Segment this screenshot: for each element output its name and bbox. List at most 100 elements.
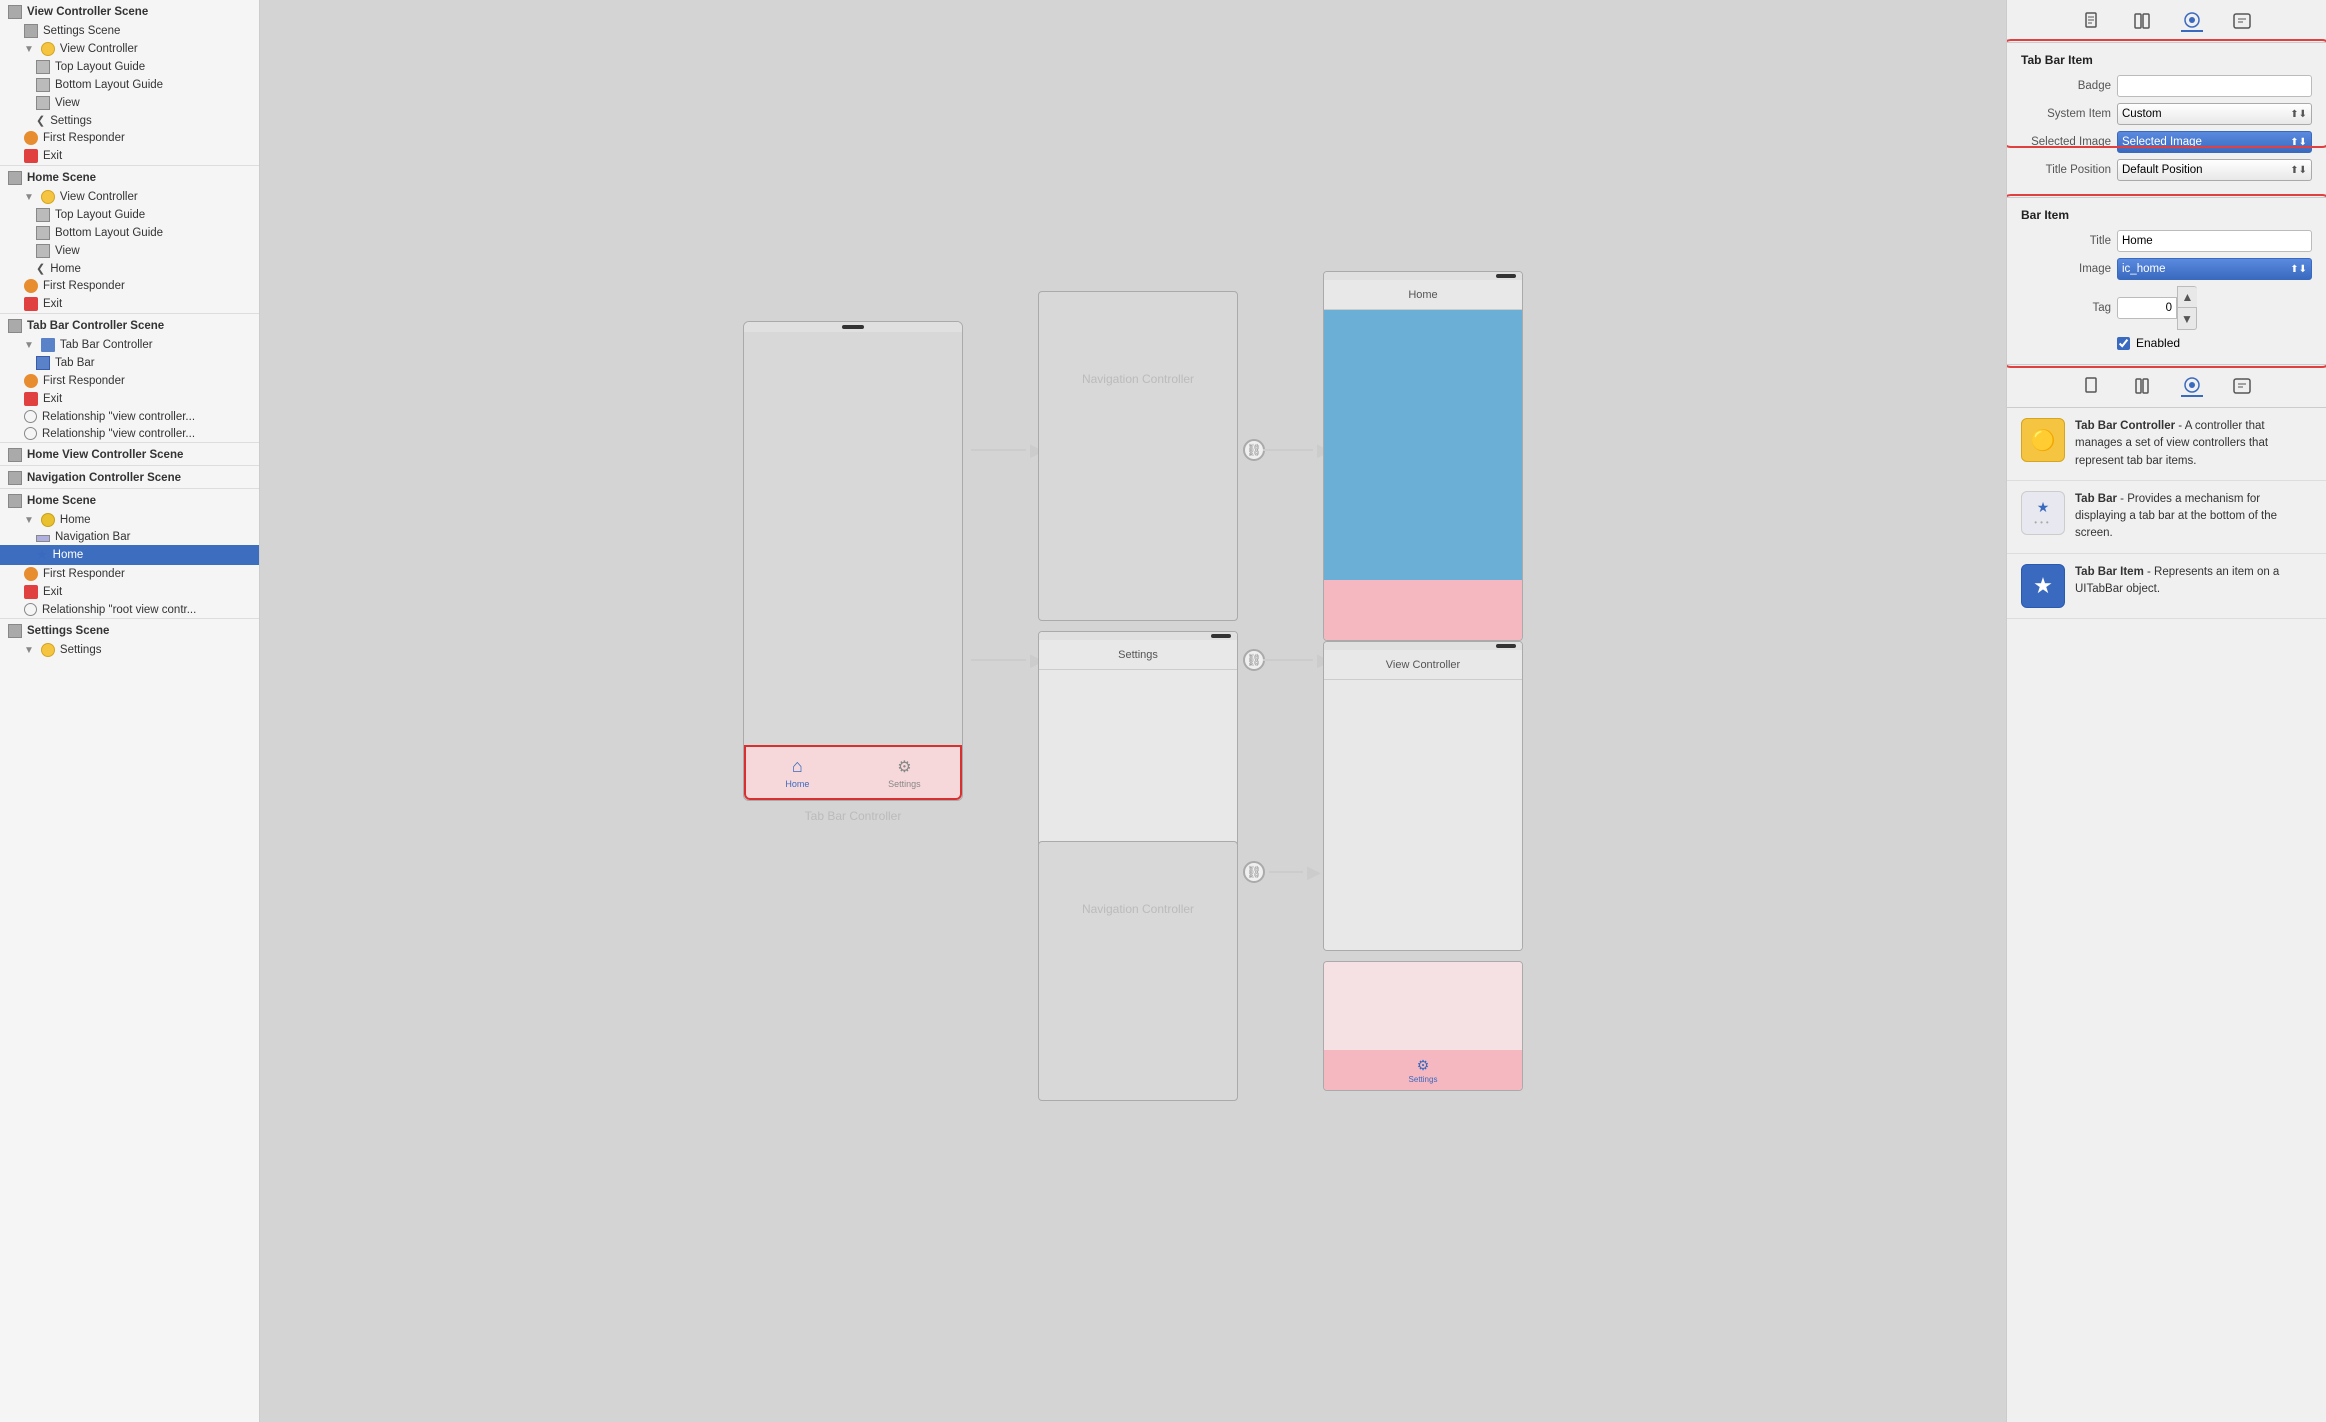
tag-input[interactable] (2117, 297, 2177, 319)
vc-title-bar: View Controller (1324, 650, 1522, 680)
sidebar-item-vc1[interactable]: ▼ View Controller (0, 40, 259, 58)
help-item-tab-bar-item: ★ Tab Bar Item - Represents an item on a… (2007, 554, 2326, 619)
sidebar-item-home-expand[interactable]: ▼ Home (0, 511, 259, 529)
help-item-tab-bar-controller: 🟡 Tab Bar Controller - A controller that… (2007, 408, 2326, 481)
sidebar-item-vc2[interactable]: ▼ View Controller (0, 188, 259, 206)
nav-controller-bottom: Navigation Controller (1038, 841, 1238, 1101)
doc-icon[interactable] (2081, 375, 2103, 397)
sidebar-item-relationship3[interactable]: Relationship "root view contr... (0, 601, 259, 618)
scene-icon (8, 448, 22, 462)
selected-image-placeholder: Selected Image (2122, 136, 2202, 148)
sidebar-item-relationship1[interactable]: Relationship "view controller... (0, 408, 259, 425)
sidebar-item-settings-nav[interactable]: ❮ Settings (0, 112, 259, 129)
image-row: Image ic_home ⬆⬇ (2021, 258, 2312, 280)
inspector-layout-icon[interactable] (2131, 10, 2153, 32)
layout2-icon[interactable] (2131, 375, 2153, 397)
settings-tab-label: Settings (888, 779, 921, 789)
sidebar-item-exit1[interactable]: Exit (0, 147, 259, 165)
identity-icon[interactable] (2231, 375, 2253, 397)
arrow-tbc-to-nav1: ▶ (971, 441, 1044, 459)
bar-item-title: Bar Item (2021, 208, 2312, 222)
system-item-select[interactable]: Custom ⬆⬇ (2117, 103, 2312, 125)
nav-controller-label-top: Navigation Controller (1039, 292, 1237, 466)
inspector-identity-icon[interactable] (2231, 10, 2253, 32)
sidebar-item-home-nav[interactable]: ❮ Home (0, 260, 259, 277)
bar-item-section: Bar Item Title Image ic_home ⬆⬇ Tag ▲ ▼ (2007, 198, 2326, 365)
sidebar-item-home-star[interactable]: ★ Home (0, 545, 259, 565)
arrow-nav2-to-vc: ▶ (1263, 651, 1331, 669)
inspector-file-icon[interactable] (2081, 10, 2103, 32)
arrow-tbc-to-nav2: ▶ (971, 651, 1044, 669)
settings-title-label: Settings (1118, 649, 1158, 661)
enabled-checkbox[interactable] (2117, 337, 2130, 350)
help-item-tab-bar: ★ ••• Tab Bar - Provides a mechanism for… (2007, 481, 2326, 554)
settings-bottom-tab: ⚙ Settings (1324, 1050, 1522, 1090)
arrow-line (971, 449, 1026, 451)
nav-controller-label-bottom: Navigation Controller (1039, 842, 1237, 976)
sidebar-item-settings-scene[interactable]: Settings Scene (0, 22, 259, 40)
vc-gray-content (1324, 680, 1522, 950)
scene-icon (24, 24, 38, 38)
sidebar-item-top-layout1[interactable]: Top Layout Guide (0, 58, 259, 76)
chain-icon-bottom: ⛓ (1243, 649, 1265, 671)
sidebar-item-tab-bar[interactable]: Tab Bar (0, 354, 259, 372)
inspector-icons-bar (2007, 0, 2326, 43)
vc-title-label: View Controller (1386, 659, 1460, 671)
sidebar-item-top-layout2[interactable]: Top Layout Guide (0, 206, 259, 224)
badge-label: Badge (2021, 80, 2111, 92)
image-select[interactable]: ic_home ⬆⬇ (2117, 258, 2312, 280)
sidebar-item-first-responder4[interactable]: First Responder (0, 565, 259, 583)
badge-input[interactable] (2117, 75, 2312, 97)
circle-icon[interactable] (2181, 375, 2203, 397)
sidebar-item-exit3[interactable]: Exit (0, 390, 259, 408)
scene-home-scene1: Home Scene (0, 165, 259, 188)
scene-icon (8, 171, 22, 185)
sidebar-item-first-responder2[interactable]: First Responder (0, 277, 259, 295)
sidebar-item-relationship2[interactable]: Relationship "view controller... (0, 425, 259, 442)
tab-bar-icon (36, 356, 50, 370)
tag-increment-button[interactable]: ▲ (2177, 286, 2197, 308)
tab-bar-controller-label: Tab Bar Controller (743, 809, 963, 823)
inspector-attributes-icon[interactable] (2181, 10, 2203, 32)
bar-item-title-input[interactable] (2117, 230, 2312, 252)
sidebar-item-exit4[interactable]: Exit (0, 583, 259, 601)
help-title-1: Tab Bar Controller (2075, 420, 2175, 432)
view-icon (36, 244, 50, 258)
tag-decrement-button[interactable]: ▼ (2177, 308, 2197, 330)
scene-tab-bar-controller-scene: Tab Bar Controller Scene (0, 313, 259, 336)
badge-row: Badge (2021, 75, 2312, 97)
enabled-row: Enabled (2021, 336, 2312, 350)
scene-icon (8, 624, 22, 638)
exit-icon (24, 149, 38, 163)
tab-home[interactable]: ⌂ Home (785, 756, 809, 789)
tab-settings[interactable]: ⚙ Settings (888, 757, 921, 789)
nav-bar-icon (36, 535, 50, 542)
sidebar-item-exit2[interactable]: Exit (0, 295, 259, 313)
sidebar-item-settings-expand[interactable]: ▼ Settings (0, 641, 259, 659)
tab-bar-controller-help-icon: 🟡 (2021, 418, 2065, 462)
chain-icon3: ⛓ (1243, 861, 1265, 883)
settings-pink-area (1324, 962, 1522, 1050)
sidebar-item-navigation-bar[interactable]: Navigation Bar (0, 529, 259, 545)
bottom-inspector-icons (2007, 365, 2326, 408)
phone-gray-area (744, 332, 962, 745)
image-label: Image (2021, 263, 2111, 275)
home-phone-bar (1496, 274, 1516, 278)
sidebar-item-first-responder3[interactable]: First Responder (0, 372, 259, 390)
title-position-select[interactable]: Default Position ⬆⬇ (2117, 159, 2312, 181)
sidebar-item-first-responder1[interactable]: First Responder (0, 129, 259, 147)
vc-phone-bar (1496, 644, 1516, 648)
sidebar-item-tab-bar-controller[interactable]: ▼ Tab Bar Controller (0, 336, 259, 354)
tab-bar-controller-container: ⌂ Home ⚙ Settings Tab Bar Controller (743, 321, 963, 801)
system-item-value: Custom (2122, 108, 2162, 120)
image-arrow-icon: ⬆⬇ (2290, 264, 2307, 275)
settings-footer-icon: ⚙ Settings (1409, 1057, 1438, 1084)
selected-image-select[interactable]: Selected Image ⬆⬇ (2117, 131, 2312, 153)
sidebar-item-bottom-layout2[interactable]: Bottom Layout Guide (0, 224, 259, 242)
sidebar-item-view2[interactable]: View (0, 242, 259, 260)
sidebar-item-bottom-layout1[interactable]: Bottom Layout Guide (0, 76, 259, 94)
exit-icon (24, 585, 38, 599)
sidebar-item-view1[interactable]: View (0, 94, 259, 112)
tab-bar-controller-help-text: Tab Bar Controller - A controller that m… (2075, 418, 2312, 470)
bar-item-title-label: Title (2021, 235, 2111, 247)
